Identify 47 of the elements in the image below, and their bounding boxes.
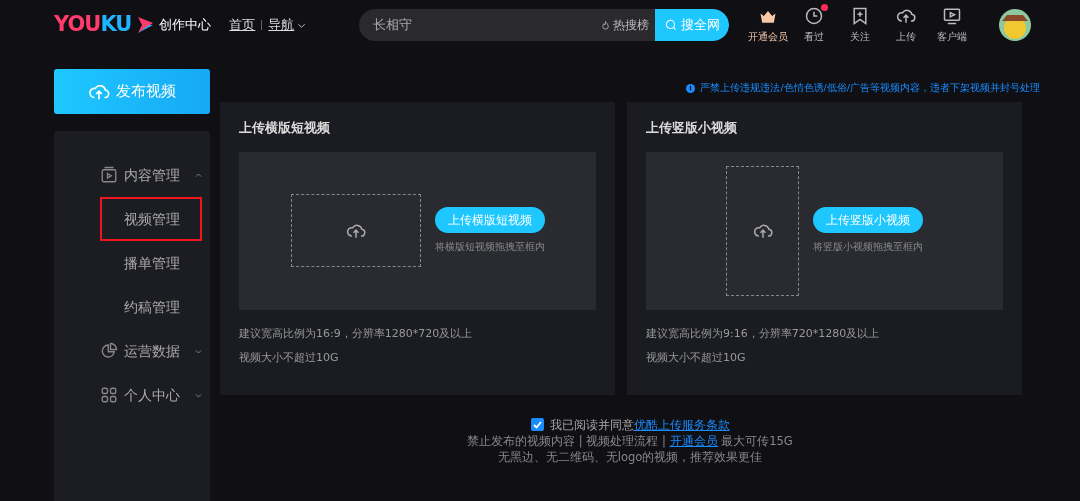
flame-icon (600, 19, 612, 31)
submenu-item[interactable]: 视频管理 (100, 197, 202, 241)
search-field[interactable]: 长相守 热搜榜 搜全网 (359, 9, 730, 41)
sidebar-item[interactable]: 内容管理 (54, 153, 210, 197)
hint-text: 将横版短视频拖拽至框内 (434, 240, 545, 254)
card-title: 上传横版短视频 (239, 119, 331, 137)
terms-link[interactable]: 优酷上传服务条款 (633, 418, 730, 432)
rules-text: 禁止发布的视频内容 | 视频处理流程 | 开通会员 最大可传15G (466, 433, 794, 449)
logo-subtitle: 创作中心 (159, 16, 212, 35)
toolbar-button[interactable]: 上传 (886, 6, 926, 44)
toolbar-button[interactable]: 关注 (840, 6, 880, 44)
monitor-icon (942, 6, 962, 26)
agreement-text: 我已阅读并同意优酷上传服务条款 (549, 418, 730, 432)
agreement-checkbox[interactable] (530, 418, 544, 431)
nav-divider (261, 20, 263, 30)
toolbar-button[interactable]: 开通会员 (748, 6, 788, 44)
logo-text: YOUKU (54, 11, 132, 39)
spec-text: 视频大小不超过10G (239, 350, 340, 366)
search-icon (664, 18, 679, 32)
submenu-item[interactable]: 约稿管理 (54, 285, 210, 329)
avatar[interactable] (998, 8, 1032, 42)
sidebar-item[interactable]: 运营数据 (54, 329, 210, 373)
submenu-item[interactable]: 播单管理 (54, 241, 210, 285)
card-title: 上传竖版小视频 (646, 119, 738, 137)
info-icon (686, 84, 696, 93)
hint-text: 将竖版小视频拖拽至框内 (813, 240, 923, 254)
toolbar-button[interactable]: 看过 (794, 6, 834, 44)
bookmark-icon (850, 6, 870, 26)
nav-link[interactable]: 导航 (268, 15, 308, 35)
vip-link[interactable]: 开通会员 (669, 434, 718, 448)
grid-icon (100, 386, 118, 404)
clock-icon (804, 6, 824, 26)
warning-text: 严禁上传违规违法/色情色诱/低俗/广告等视频内容，违者下架视频并封号处理 (700, 81, 1040, 96)
drop-zone[interactable]: 上传横版短视频 将横版短视频拖拽至框内 (239, 151, 596, 310)
hot-search-link[interactable]: 热搜榜 (600, 16, 650, 34)
logo[interactable]: YOUKU 创作中心 (54, 9, 212, 41)
chart-icon (100, 342, 118, 360)
notification-dot (821, 4, 828, 11)
sidebar-item[interactable]: 个人中心 (54, 373, 210, 417)
tip-text: 无黑边、无二维码、无logo的视频，推荐效果更佳 (496, 449, 764, 465)
spec-text: 建议宽高比例为16:9，分辨率1280*720及以上 (239, 325, 474, 342)
drop-zone[interactable]: 上传竖版小视频 将竖版小视频拖拽至框内 (646, 151, 1003, 310)
nav-link[interactable]: 首页 (229, 15, 256, 35)
spec-text: 建议宽高比例为9:16，分辨率720*1280及以上 (646, 325, 881, 342)
spec-text: 视频大小不超过10G (646, 350, 747, 366)
toolbar-button[interactable]: 客户端 (932, 6, 972, 44)
video-icon (100, 166, 118, 184)
